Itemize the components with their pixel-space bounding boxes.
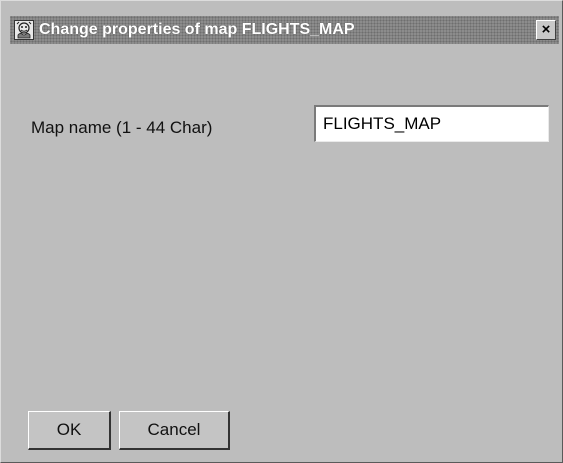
dialog-window: Change properties of map FLIGHTS_MAP × M… [0, 0, 563, 463]
window-title: Change properties of map FLIGHTS_MAP [39, 21, 355, 38]
cancel-button[interactable]: Cancel [119, 411, 230, 450]
title-bar[interactable]: Change properties of map FLIGHTS_MAP × [10, 16, 559, 44]
close-icon: × [541, 21, 551, 38]
map-name-input[interactable] [314, 105, 549, 142]
application-icon[interactable] [14, 20, 34, 40]
close-button[interactable]: × [536, 20, 556, 40]
ok-button[interactable]: OK [28, 411, 111, 450]
map-name-label: Map name (1 - 44 Char) [31, 118, 213, 137]
